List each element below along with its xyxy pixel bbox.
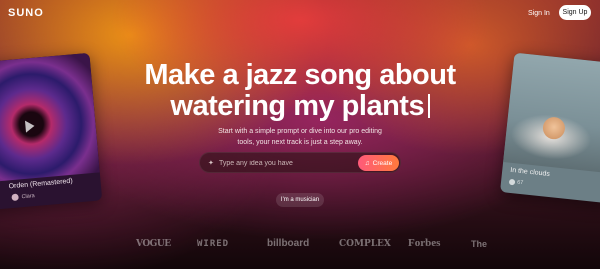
song-title: In the clouds <box>509 166 551 178</box>
hero-subtitle: Start with a simple prompt or dive into … <box>218 128 382 146</box>
wired-logo: WIRED <box>197 239 230 249</box>
billboard-logo: billboard <box>267 238 310 249</box>
hero-headline: Make a jazz song about watering my plant… <box>0 60 600 122</box>
headline-line-2-text: watering my plants <box>170 90 425 122</box>
typing-caret <box>428 94 430 118</box>
song-title: Orden (Remastered) <box>8 177 73 191</box>
vogue-logo: VOGUE <box>136 239 171 249</box>
create-button[interactable]: ♫ Create <box>358 155 399 171</box>
forbes-logo: Forbes <box>408 237 441 249</box>
user-icon <box>508 178 516 186</box>
sparkle-icon: ✦ <box>208 160 214 167</box>
sign-up-button[interactable]: Sign Up <box>559 5 591 20</box>
create-button-label: Create <box>372 159 393 167</box>
artist-avatar <box>11 193 19 202</box>
prompt-input[interactable] <box>219 156 349 171</box>
headline-line-1: Make a jazz song about <box>144 59 456 91</box>
music-note-icon: ♫ <box>364 159 370 167</box>
sign-in-link[interactable]: Sign In <box>526 7 552 20</box>
complex-logo: COMPLEX <box>339 239 391 249</box>
prompt-bar: ✦ ♫ Create <box>199 152 401 173</box>
song-artist: Clara <box>21 193 36 201</box>
headline-line-2: watering my plants <box>0 91 600 122</box>
suno-logo[interactable]: SUNO <box>8 7 44 19</box>
press-logo: The <box>471 239 488 249</box>
press-logos: VOGUE WIRED billboard COMPLEX Forbes The <box>0 236 600 252</box>
musician-button[interactable]: I'm a musician <box>276 193 324 207</box>
song-artist: 67 <box>516 179 524 187</box>
